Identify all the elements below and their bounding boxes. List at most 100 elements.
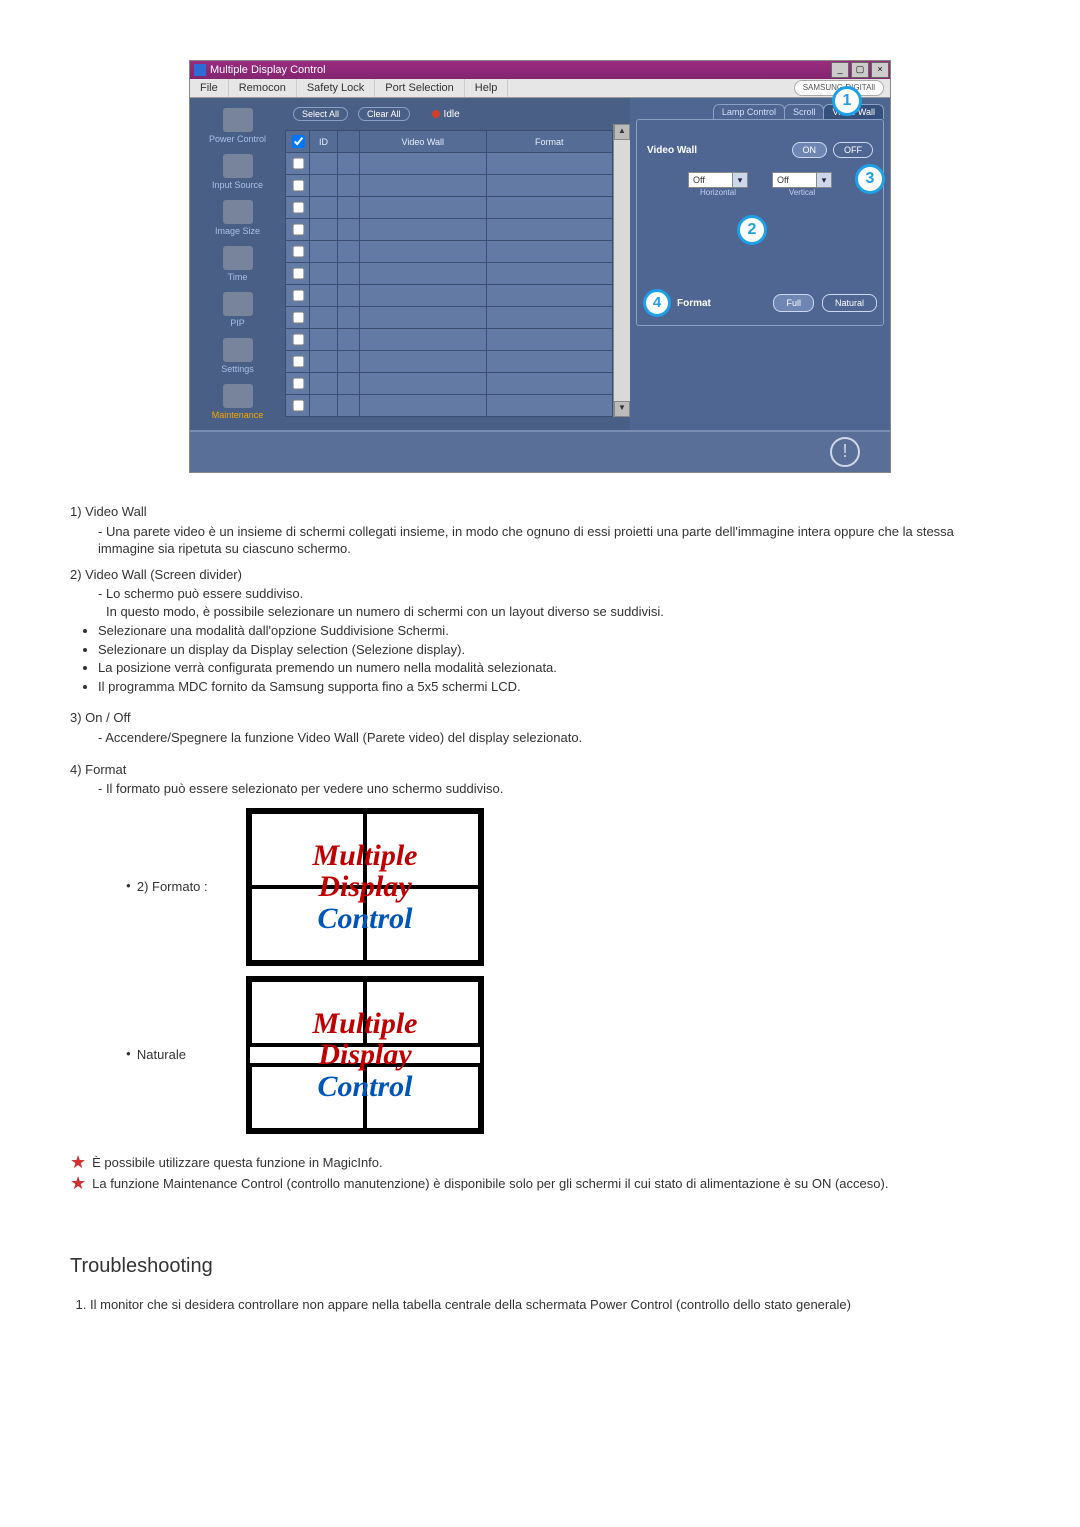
tab-lamp-control[interactable]: Lamp Control	[713, 104, 785, 119]
troubleshooting-heading: Troubleshooting	[70, 1253, 1010, 1280]
doc-bullet: Il programma MDC fornito da Samsung supp…	[98, 678, 1010, 696]
col-videowall: Video Wall	[360, 131, 487, 153]
sidebar-settings[interactable]: Settings	[190, 334, 285, 380]
sidebar: Power Control Input Source Image Size Ti…	[190, 98, 285, 430]
video-wall-on-button[interactable]: ON	[792, 142, 828, 158]
sidebar-label: Time	[228, 272, 248, 282]
doc-item-2: 2) Video Wall (Screen divider)	[70, 566, 1010, 584]
minimize-button[interactable]: _	[831, 62, 849, 78]
mdc-word: Control	[250, 902, 480, 934]
format-label: Format	[677, 298, 765, 309]
star-icon: ★	[70, 1154, 86, 1170]
table-row[interactable]	[286, 307, 613, 329]
maximize-button[interactable]: ▢	[851, 62, 869, 78]
header-checkbox[interactable]	[292, 135, 305, 148]
note-text: La funzione Maintenance Control (control…	[92, 1175, 888, 1193]
table-row[interactable]	[286, 263, 613, 285]
input-source-icon	[223, 154, 253, 178]
tile-label-naturale: Naturale	[126, 1046, 246, 1064]
vertical-label: Vertical	[789, 188, 815, 197]
menu-remocon[interactable]: Remocon	[229, 79, 297, 97]
doc-bullet: La posizione verrà configurata premendo …	[98, 659, 1010, 677]
sidebar-power-control[interactable]: Power Control	[190, 104, 285, 150]
row-checkbox[interactable]	[292, 224, 304, 236]
idle-dot-icon	[432, 110, 440, 118]
format-full-button[interactable]: Full	[773, 294, 814, 312]
format-tile-full: Multiple Display Control	[246, 808, 484, 966]
sidebar-input-source[interactable]: Input Source	[190, 150, 285, 196]
power-icon	[223, 108, 253, 132]
doc-text: In questo modo, è possibile selezionare …	[106, 603, 1010, 621]
table-row[interactable]	[286, 351, 613, 373]
sidebar-label: PIP	[230, 318, 245, 328]
table-row[interactable]	[286, 197, 613, 219]
note-text: È possibile utilizzare questa funzione i…	[92, 1154, 383, 1172]
horizontal-select[interactable]: Off▾	[688, 172, 748, 188]
mdc-word: Display	[250, 871, 480, 903]
tab-scroll[interactable]: Scroll	[784, 104, 825, 119]
star-icon: ★	[70, 1175, 86, 1191]
row-checkbox[interactable]	[292, 378, 304, 390]
sidebar-maintenance[interactable]: Maintenance	[190, 380, 285, 426]
ts-item: Il monitor che si desidera controllare n…	[90, 1296, 1010, 1314]
row-checkbox[interactable]	[292, 246, 304, 258]
settings-icon	[223, 338, 253, 362]
sidebar-time[interactable]: Time	[190, 242, 285, 288]
callout-4: 4	[643, 289, 671, 317]
doc-item-1: 1) Video Wall	[70, 503, 1010, 521]
menu-port-selection[interactable]: Port Selection	[375, 79, 464, 97]
scroll-track[interactable]	[614, 140, 630, 401]
row-checkbox[interactable]	[292, 180, 304, 192]
row-checkbox[interactable]	[292, 334, 304, 346]
app-icon	[194, 64, 206, 76]
mdc-word: Multiple	[250, 839, 480, 871]
chevron-down-icon: ▾	[816, 173, 831, 187]
table-row[interactable]	[286, 395, 613, 417]
format-natural-button[interactable]: Natural	[822, 294, 877, 312]
document-body: 1) Video Wall - Una parete video è un in…	[70, 503, 1010, 1314]
horizontal-value: Off	[693, 175, 705, 185]
table-row[interactable]	[286, 285, 613, 307]
titlebar: Multiple Display Control _ ▢ ×	[190, 61, 890, 79]
sidebar-label: Image Size	[215, 226, 260, 236]
select-all-button[interactable]: Select All	[293, 107, 348, 121]
sidebar-label: Settings	[221, 364, 254, 374]
scroll-down-icon[interactable]: ▼	[614, 401, 630, 417]
menubar: File Remocon Safety Lock Port Selection …	[190, 79, 890, 98]
row-checkbox[interactable]	[292, 290, 304, 302]
table-row[interactable]	[286, 241, 613, 263]
table-row[interactable]	[286, 329, 613, 351]
menu-file[interactable]: File	[190, 79, 229, 97]
row-checkbox[interactable]	[292, 356, 304, 368]
menu-help[interactable]: Help	[465, 79, 509, 97]
center-panel: Select All Clear All Idle ID Video Wall	[285, 98, 630, 430]
pip-icon	[223, 292, 253, 316]
col-check	[286, 131, 310, 153]
app-window: Multiple Display Control _ ▢ × File Remo…	[189, 60, 891, 473]
doc-text: - Lo schermo può essere suddiviso.	[98, 585, 1010, 603]
row-checkbox[interactable]	[292, 400, 304, 412]
display-table: ID Video Wall Format	[285, 130, 613, 417]
row-checkbox[interactable]	[292, 158, 304, 170]
video-wall-off-button[interactable]: OFF	[833, 142, 873, 158]
vertical-value: Off	[777, 175, 789, 185]
row-checkbox[interactable]	[292, 202, 304, 214]
row-checkbox[interactable]	[292, 268, 304, 280]
doc-text: - Il formato può essere selezionato per …	[98, 780, 1010, 798]
table-scrollbar[interactable]: ▲ ▼	[613, 124, 630, 417]
scroll-up-icon[interactable]: ▲	[614, 124, 630, 140]
sidebar-image-size[interactable]: Image Size	[190, 196, 285, 242]
maintenance-icon	[223, 384, 253, 408]
row-checkbox[interactable]	[292, 312, 304, 324]
vertical-select[interactable]: Off ▾	[772, 172, 832, 188]
sidebar-pip[interactable]: PIP	[190, 288, 285, 334]
table-row[interactable]	[286, 373, 613, 395]
table-row[interactable]	[286, 219, 613, 241]
sidebar-label: Power Control	[209, 134, 266, 144]
table-row[interactable]	[286, 153, 613, 175]
table-row[interactable]	[286, 175, 613, 197]
doc-text: - Accendere/Spegnere la funzione Video W…	[98, 729, 1010, 747]
menu-safety-lock[interactable]: Safety Lock	[297, 79, 375, 97]
clear-all-button[interactable]: Clear All	[358, 107, 410, 121]
close-button[interactable]: ×	[871, 62, 889, 78]
